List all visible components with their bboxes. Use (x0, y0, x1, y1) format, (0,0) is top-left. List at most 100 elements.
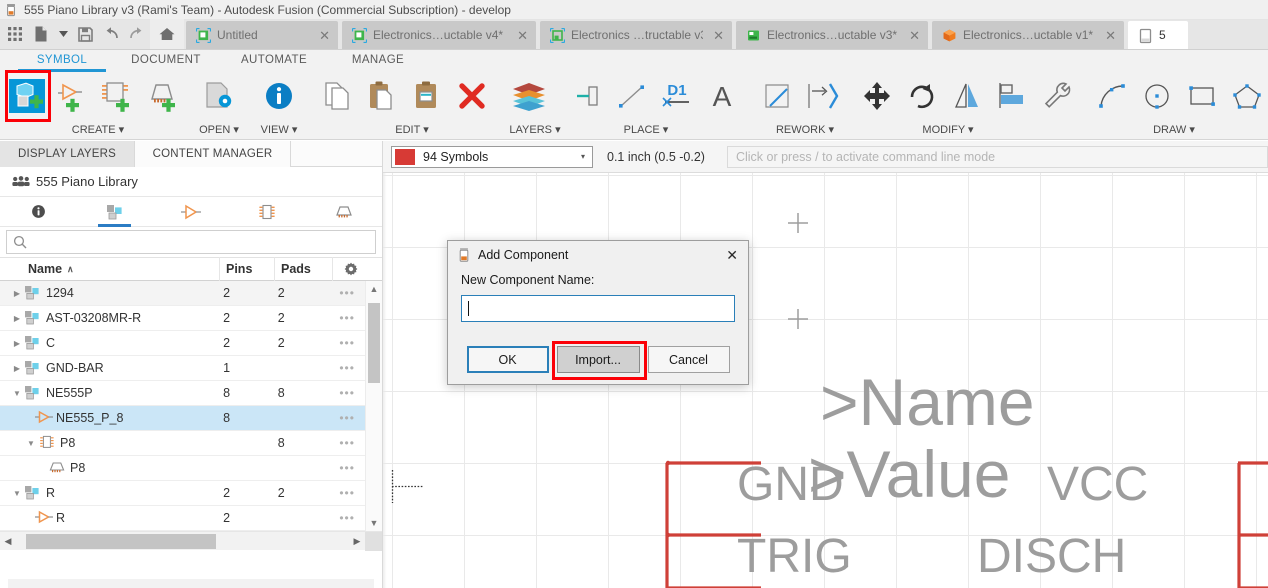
layer-select[interactable]: 94 Symbols ▾ (391, 145, 593, 168)
draw-rectangle-button[interactable] (1179, 70, 1224, 122)
cancel-button[interactable]: Cancel (647, 346, 730, 373)
tab-display-layers[interactable]: DISPLAY LAYERS (0, 141, 135, 167)
ribbon-group-label[interactable]: EDIT ▾ (372, 123, 452, 136)
redo-icon[interactable] (124, 20, 150, 48)
manage-documents-button[interactable] (194, 70, 244, 122)
add-symbol-button[interactable] (49, 70, 94, 122)
close-icon[interactable]: ✕ (319, 29, 330, 42)
table-row[interactable]: P8 ••• (0, 456, 365, 481)
row-more-menu[interactable]: ••• (329, 286, 365, 300)
table-row[interactable]: ▼ NE555P 8 8 ••• (0, 381, 365, 406)
components-tab[interactable] (76, 197, 152, 227)
scroll-left-arrow[interactable]: ◀ (0, 536, 16, 547)
miter-button[interactable] (754, 70, 799, 122)
align-button[interactable] (989, 70, 1034, 122)
scroll-right-arrow[interactable]: ▶ (349, 536, 365, 547)
ribbon-group-label[interactable]: REWORK ▾ (762, 123, 848, 136)
expand-triangle-icon[interactable]: ▶ (10, 289, 24, 298)
chevron-down-icon[interactable]: ▾ (555, 124, 561, 136)
new-component-name-input[interactable] (469, 301, 734, 316)
collapse-triangle-icon[interactable]: ▼ (24, 439, 38, 448)
chevron-down-icon[interactable]: ▾ (233, 124, 239, 136)
place-dimension-button[interactable]: D1 (654, 70, 699, 122)
document-tab-electronics-pcb-v3[interactable]: Electronics…uctable v3* ✕ (736, 21, 928, 49)
new-document-icon[interactable] (28, 20, 54, 48)
expand-triangle-icon[interactable]: ▶ (10, 339, 24, 348)
scroll-up-arrow[interactable]: ▲ (366, 281, 382, 297)
chevron-down-icon[interactable]: ▾ (829, 124, 835, 136)
scroll-down-arrow[interactable]: ▼ (366, 515, 382, 531)
mirror-button[interactable] (944, 70, 989, 122)
ribbon-group-label[interactable]: CREATE ▾ (48, 123, 148, 136)
devices-tab[interactable] (229, 197, 305, 227)
column-header-pins[interactable]: Pins (219, 257, 274, 281)
draw-polygon-button[interactable] (1224, 70, 1268, 122)
properties-button[interactable] (1034, 70, 1079, 122)
search-input[interactable] (33, 235, 375, 249)
close-icon[interactable]: ✕ (517, 29, 528, 42)
chevron-down-icon[interactable]: ▾ (663, 124, 669, 136)
vertical-scrollbar[interactable]: ▲ ▼ (365, 281, 382, 531)
search-box[interactable] (6, 230, 376, 254)
chevron-down-icon[interactable]: ▾ (119, 124, 125, 136)
ribbon-tab-symbol[interactable]: SYMBOL (12, 50, 112, 72)
row-more-menu[interactable]: ••• (329, 386, 365, 400)
chevron-down-icon[interactable]: ▾ (423, 124, 429, 136)
close-icon[interactable]: ✕ (1105, 29, 1116, 42)
chevron-down-icon[interactable]: ▾ (968, 124, 974, 136)
scrollbar-track[interactable] (16, 532, 349, 551)
ribbon-tab-automate[interactable]: AUTOMATE (220, 50, 328, 70)
undo-icon[interactable] (98, 20, 124, 48)
symbols-tab[interactable] (153, 197, 229, 227)
table-row[interactable]: R 2 ••• (0, 506, 365, 531)
chevron-down-icon[interactable]: ▾ (1189, 124, 1195, 136)
row-more-menu[interactable]: ••• (329, 361, 365, 375)
save-icon[interactable] (72, 20, 98, 48)
scrollbar-thumb[interactable] (26, 533, 216, 549)
place-pin-button[interactable] (564, 70, 609, 122)
document-tab-untitled[interactable]: Untitled ✕ (186, 21, 338, 49)
ribbon-group-label[interactable]: VIEW ▾ (254, 123, 304, 136)
table-row[interactable]: ▼ P8 8 ••• (0, 431, 365, 456)
document-tab-electronics-v4[interactable]: Electronics…uctable v4* ✕ (342, 21, 536, 49)
document-tab-electronics-v3[interactable]: Electronics …tructable v3 ✕ (540, 21, 732, 49)
paste-button[interactable] (359, 70, 404, 122)
ribbon-group-label[interactable]: LAYERS ▾ (502, 123, 568, 136)
row-more-menu[interactable]: ••• (329, 311, 365, 325)
footprints-tab[interactable] (306, 197, 382, 227)
add-device-button[interactable] (94, 70, 139, 122)
expand-triangle-icon[interactable]: ▶ (10, 364, 24, 373)
move-button[interactable] (854, 70, 899, 122)
copy-button[interactable] (314, 70, 359, 122)
row-more-menu[interactable]: ••• (329, 411, 365, 425)
cut-clipboard-button[interactable] (404, 70, 449, 122)
document-tab-electronics-3d-v1[interactable]: Electronics…uctable v1* ✕ (932, 21, 1124, 49)
collapse-triangle-icon[interactable]: ▼ (10, 489, 24, 498)
settings-gear-icon[interactable] (332, 257, 368, 281)
collapse-triangle-icon[interactable]: ▼ (10, 389, 24, 398)
draw-circle-button[interactable] (1134, 70, 1179, 122)
layers-button[interactable] (504, 70, 554, 122)
place-line-button[interactable] (609, 70, 654, 122)
row-more-menu[interactable]: ••• (329, 436, 365, 450)
draw-arc-button[interactable] (1089, 70, 1134, 122)
table-row[interactable]: ▶ 1294 2 2 ••• (0, 281, 365, 306)
place-text-button[interactable]: A (699, 70, 744, 122)
home-icon[interactable] (150, 19, 184, 49)
horizontal-scrollbar[interactable]: ◀ ▶ (0, 531, 382, 551)
expand-triangle-icon[interactable]: ▶ (10, 314, 24, 323)
new-component-name-field[interactable] (461, 295, 735, 322)
delete-button[interactable] (449, 70, 494, 122)
info-tab[interactable] (0, 197, 76, 227)
scrollbar-thumb[interactable] (368, 303, 380, 383)
table-row[interactable]: ▶ C 2 2 ••• (0, 331, 365, 356)
table-row[interactable]: NE555_P_8 8 ••• (0, 406, 365, 431)
ribbon-group-label[interactable]: PLACE ▾ (602, 123, 690, 136)
row-more-menu[interactable]: ••• (329, 486, 365, 500)
ribbon-group-label[interactable]: DRAW ▾ (1129, 123, 1219, 136)
ribbon-group-label[interactable]: MODIFY ▾ (900, 123, 996, 136)
row-more-menu[interactable]: ••• (329, 461, 365, 475)
command-line-input[interactable]: Click or press / to activate command lin… (726, 145, 1268, 168)
ok-button[interactable]: OK (466, 346, 549, 373)
ribbon-tab-document[interactable]: DOCUMENT (112, 50, 220, 70)
